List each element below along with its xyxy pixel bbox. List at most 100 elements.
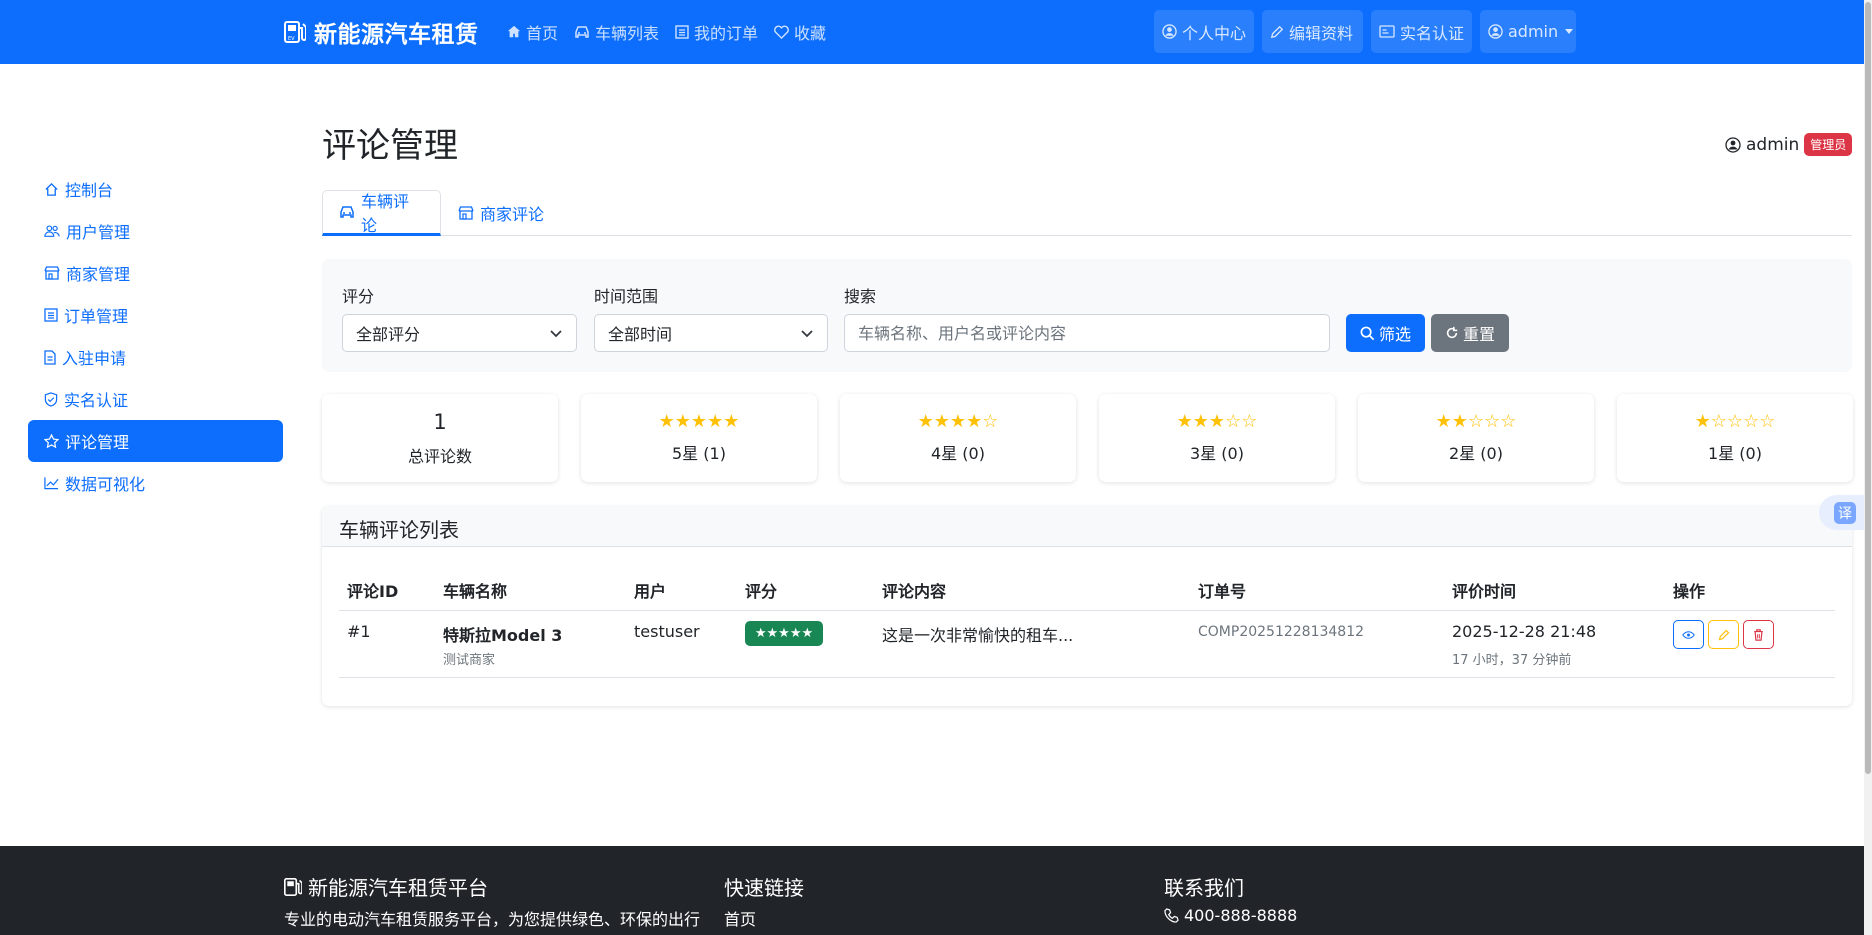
people-icon	[44, 224, 60, 238]
time-range-select[interactable]: 全部时间	[594, 314, 828, 352]
svg-text:EV: EV	[288, 36, 295, 42]
sidebar-item-verification[interactable]: 实名认证	[28, 378, 283, 420]
table-header: 评论ID 车辆名称 用户 评分 评论内容 订单号 评价时间 操作	[339, 561, 1835, 611]
page: EV 新能源汽车租赁 首页 车辆列表 我的订单 收藏 个人中心 编辑资料 实名认…	[0, 0, 1872, 935]
sidebar-item-dashboard[interactable]: 控制台	[28, 168, 283, 210]
rating-stats: 1 总评论数 ★★★★★ 5星 (1) ★★★★☆ 4星 (0) ★★★☆☆ 3…	[322, 394, 1853, 482]
nav-home-label: 首页	[526, 24, 559, 43]
graph-up-icon	[44, 476, 59, 490]
tab-vehicle-reviews[interactable]: 车辆评论	[322, 190, 441, 236]
nav-favorites[interactable]: 收藏	[774, 20, 826, 44]
filter-button[interactable]: 筛选	[1346, 314, 1425, 352]
page-title: 评论管理	[322, 126, 458, 166]
person-circle-icon	[1488, 24, 1503, 39]
car-icon	[574, 25, 590, 39]
eye-icon	[1682, 630, 1695, 640]
sidebar-item-label: 商家管理	[66, 265, 131, 284]
page-scrollbar[interactable]	[1864, 0, 1872, 935]
footer-links-title: 快速链接	[724, 876, 804, 900]
ev-station-icon: EV	[284, 20, 306, 44]
sidebar-item-label: 控制台	[65, 181, 114, 200]
one-star-icons: ★☆☆☆☆	[1694, 411, 1776, 432]
brand-text: 新能源汽车租赁	[314, 22, 479, 48]
footer-phone-number: 400-888-8888	[1184, 906, 1298, 925]
column-header: 车辆名称	[443, 582, 508, 601]
sidebar-item-label: 订单管理	[64, 307, 129, 326]
sidebar-item-merchants[interactable]: 商家管理	[28, 252, 283, 294]
filter-panel: 评分 全部评分 时间范围 全部时间 搜索 筛选 重置	[322, 259, 1852, 372]
profile-button[interactable]: 个人中心	[1154, 10, 1254, 53]
sidebar-item-users[interactable]: 用户管理	[28, 210, 283, 252]
profile-button-label: 个人中心	[1182, 23, 1247, 43]
column-header: 操作	[1673, 582, 1706, 601]
admin-dropdown-label: admin	[1508, 22, 1559, 41]
nav-vehicles[interactable]: 车辆列表	[574, 20, 659, 44]
nav-home[interactable]: 首页	[507, 20, 558, 44]
column-header: 评分	[745, 582, 778, 601]
stat-4-star: ★★★★☆ 4星 (0)	[840, 394, 1076, 482]
sidebar-item-label: 评论管理	[65, 433, 130, 452]
search-icon	[1360, 326, 1375, 341]
four-star-icons: ★★★★☆	[917, 411, 999, 432]
rating-select-value: 全部评分	[356, 325, 421, 344]
translate-icon: 译	[1834, 502, 1856, 524]
current-user: admin 管理员	[1725, 133, 1853, 156]
search-input[interactable]	[844, 314, 1330, 352]
edit-profile-label: 编辑资料	[1289, 23, 1354, 43]
scrollbar-thumb[interactable]	[1865, 2, 1871, 774]
pencil-icon	[1270, 25, 1284, 39]
review-user: testuser	[634, 622, 700, 641]
shield-check-icon	[44, 391, 58, 407]
rating-select[interactable]: 全部评分	[342, 314, 577, 352]
review-content: 这是一次非常愉快的租车...	[882, 626, 1074, 645]
nav-orders[interactable]: 我的订单	[675, 20, 758, 44]
role-badge: 管理员	[1804, 133, 1853, 156]
review-time: 2025-12-28 21:48	[1452, 622, 1597, 641]
footer-contact-title: 联系我们	[1164, 876, 1244, 900]
stat-3-star: ★★★☆☆ 3星 (0)	[1099, 394, 1335, 482]
nav-vehicles-label: 车辆列表	[595, 24, 660, 43]
admin-dropdown[interactable]: admin	[1480, 10, 1576, 53]
person-circle-icon	[1725, 136, 1741, 153]
sidebar-item-visualization[interactable]: 数据可视化	[28, 462, 283, 504]
telephone-icon	[1164, 908, 1179, 923]
brand[interactable]: EV 新能源汽车租赁	[284, 15, 479, 49]
footer-link-home[interactable]: 首页	[724, 906, 756, 930]
view-button[interactable]	[1673, 620, 1704, 649]
shop-icon	[44, 266, 60, 280]
top-navbar: EV 新能源汽车租赁 首页 车辆列表 我的订单 收藏 个人中心 编辑资料 实名认…	[0, 0, 1864, 64]
sidebar-item-reviews[interactable]: 评论管理	[28, 420, 283, 462]
house-icon	[507, 25, 521, 39]
delete-button[interactable]	[1743, 620, 1774, 649]
filter-button-label: 筛选	[1378, 325, 1411, 344]
time-select-value: 全部时间	[608, 325, 673, 344]
edit-profile-button[interactable]: 编辑资料	[1262, 10, 1363, 53]
person-circle-icon	[1162, 24, 1177, 39]
star-icon	[44, 433, 59, 449]
sidebar-item-orders[interactable]: 订单管理	[28, 294, 283, 336]
sidebar: 控制台 用户管理 商家管理 订单管理 入驻申请 实名认证 评论管理 数据可视化	[28, 168, 283, 504]
stat-1-star: ★☆☆☆☆ 1星 (0)	[1617, 394, 1853, 482]
tab-merchant-reviews[interactable]: 商家评论	[442, 190, 560, 236]
verification-label: 实名认证	[1400, 23, 1465, 43]
column-header: 用户	[634, 582, 667, 601]
trash-icon	[1753, 628, 1764, 641]
stat-label: 5星 (1)	[672, 444, 726, 463]
rating-filter-label: 评分	[342, 287, 375, 306]
shop-icon	[458, 206, 474, 220]
reset-button[interactable]: 重置	[1431, 314, 1509, 352]
three-star-icons: ★★★☆☆	[1176, 411, 1258, 432]
list-icon	[675, 25, 689, 39]
sidebar-item-applications[interactable]: 入驻申请	[28, 336, 283, 378]
verification-button[interactable]: 实名认证	[1371, 10, 1472, 53]
reset-button-label: 重置	[1462, 325, 1495, 344]
review-tabs: 车辆评论 商家评论	[322, 190, 1852, 236]
column-header: 订单号	[1198, 582, 1247, 601]
vehicle-name[interactable]: 特斯拉Model 3	[443, 622, 562, 646]
car-icon	[339, 205, 355, 219]
order-number: COMP20251228134812	[1198, 624, 1365, 640]
search-label: 搜索	[844, 287, 877, 306]
sidebar-item-label: 数据可视化	[65, 475, 146, 494]
heart-icon	[774, 25, 789, 39]
edit-button[interactable]	[1708, 620, 1739, 649]
